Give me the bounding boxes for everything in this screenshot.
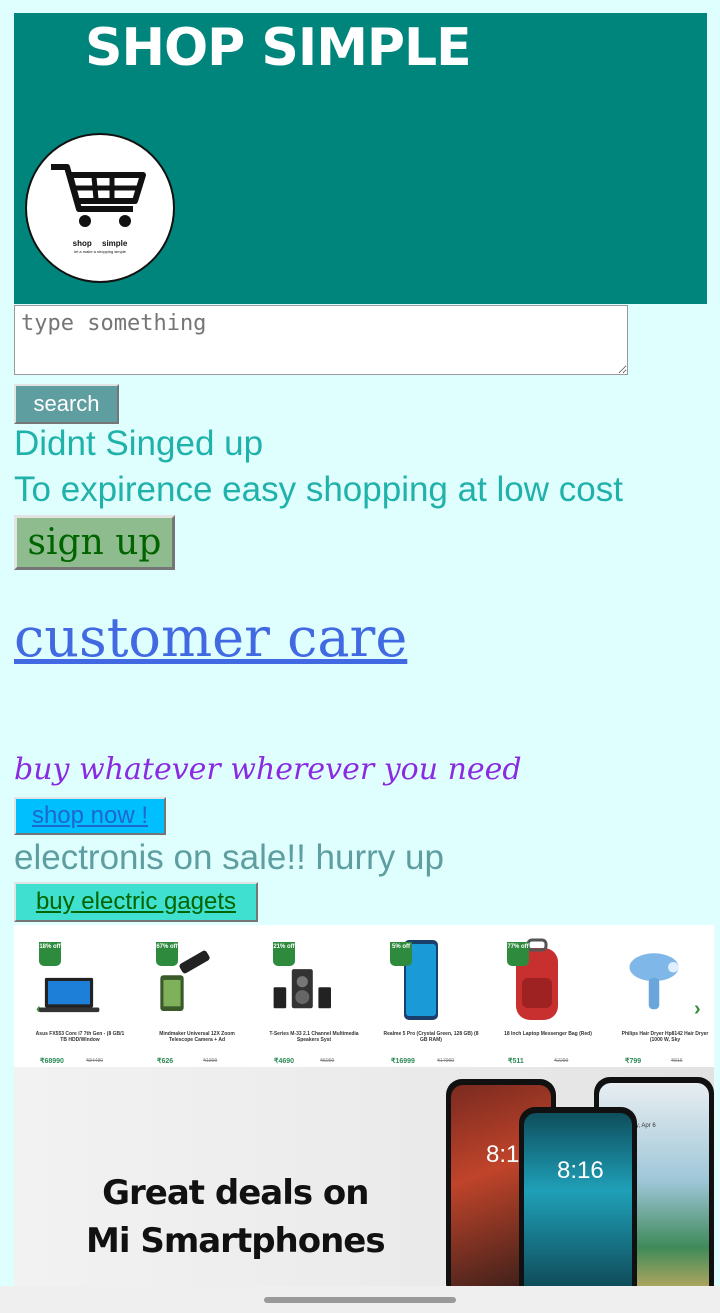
site-header: SHOP SIMPLE shop simple let a make a sho… (14, 13, 707, 304)
product-old-price: ₹84480 (86, 1058, 104, 1064)
promo-banner[interactable]: Great deals on Mi Smartphones 8:16 Tuesd… (14, 1067, 714, 1286)
product-price: ₹626 (157, 1058, 174, 1065)
product-price: ₹16999 (391, 1058, 415, 1065)
carousel-next-icon[interactable]: › (694, 998, 701, 1021)
signup-prompt: Didnt Singed up (14, 424, 264, 463)
customer-care-link[interactable]: customer care (14, 606, 407, 669)
logo-name: shop simple (72, 238, 128, 248)
product-name: Mindmaker Universal 12X Zoom Telescope C… (159, 1031, 235, 1043)
phone-image: 8:16 (519, 1107, 637, 1286)
product-name: T-Series M-33 2.1 Channel Multimedia Spe… (269, 1031, 359, 1043)
product-name: 18 Inch Laptop Messenger Bag (Red) (504, 1031, 592, 1037)
product-name: Asus FX553 Core i7 7th Gen - (8 GB/1 TB … (35, 1031, 125, 1043)
product-card[interactable]: 18% off Asus FX553 Core i7 7th Gen - (8 … (14, 925, 124, 1067)
sale-text: electronis on sale!! hurry up (14, 838, 444, 877)
promo-tagline: buy whatever wherever you need (14, 752, 522, 787)
carousel-prev-icon[interactable]: ‹ (36, 1000, 41, 1016)
product-card[interactable]: 5% off Realme 5 Pro (Crystal Green, 128 … (365, 925, 479, 1067)
product-card[interactable]: 21% off T-Series M-33 2.1 Channel Multim… (248, 925, 359, 1067)
phone-time: 8:16 (557, 1157, 604, 1184)
product-old-price: ₹2299 (554, 1058, 569, 1064)
discount-badge: 5% off (390, 942, 412, 966)
product-old-price: ₹5990 (320, 1058, 335, 1064)
banner-line-2: Mi Smartphones (86, 1221, 386, 1261)
banner-headline: Great deals on Mi Smartphones (86, 1169, 386, 1265)
product-name: Realme 5 Pro (Crystal Green, 128 GB) (8 … (383, 1031, 479, 1043)
product-old-price: ₹17999 (437, 1058, 455, 1064)
discount-badge: 21% off (273, 942, 295, 966)
shop-logo[interactable]: shop simple let a make a shopping simple (25, 133, 175, 283)
product-carousel: 18% off Asus FX553 Core i7 7th Gen - (8 … (14, 925, 714, 1067)
product-old-price: ₹1899 (203, 1058, 218, 1064)
shopping-cart-icon (51, 163, 146, 227)
discount-badge: 18% off (39, 942, 61, 966)
product-price: ₹799 (625, 1058, 642, 1065)
banner-line-1: Great deals on (102, 1173, 369, 1213)
discount-badge: 77% off (507, 942, 529, 966)
logo-tagline: let a make a shopping simple (74, 248, 126, 254)
search-button[interactable]: search (14, 384, 119, 424)
product-card[interactable]: 77% off 18 Inch Laptop Messenger Bag (Re… (482, 925, 592, 1067)
product-name: Philips Hair Dryer Hp8142 Hair Dryer (10… (621, 1031, 709, 1043)
product-price: ₹511 (508, 1058, 524, 1065)
product-card[interactable]: Philips Hair Dryer Hp8142 Hair Dryer (10… (599, 925, 709, 1067)
hair-dryer-icon (619, 933, 689, 1023)
signup-subtext: To expirence easy shopping at low cost (14, 470, 623, 509)
home-indicator[interactable] (264, 1297, 456, 1303)
discount-badge: 67% off (156, 942, 178, 966)
shop-now-button[interactable]: shop now ! (14, 797, 166, 835)
buy-electric-gadgets-button[interactable]: buy electric gagets (14, 882, 258, 922)
sign-up-button[interactable]: sign up (14, 515, 175, 570)
product-price: ₹4690 (274, 1058, 295, 1065)
product-card[interactable]: 67% off Mindmaker Universal 12X Zoom Tel… (131, 925, 241, 1067)
search-input[interactable] (14, 305, 628, 375)
site-title: SHOP SIMPLE (85, 18, 472, 78)
product-price: ₹68990 (40, 1058, 64, 1065)
product-old-price: ₹816 (671, 1058, 683, 1064)
